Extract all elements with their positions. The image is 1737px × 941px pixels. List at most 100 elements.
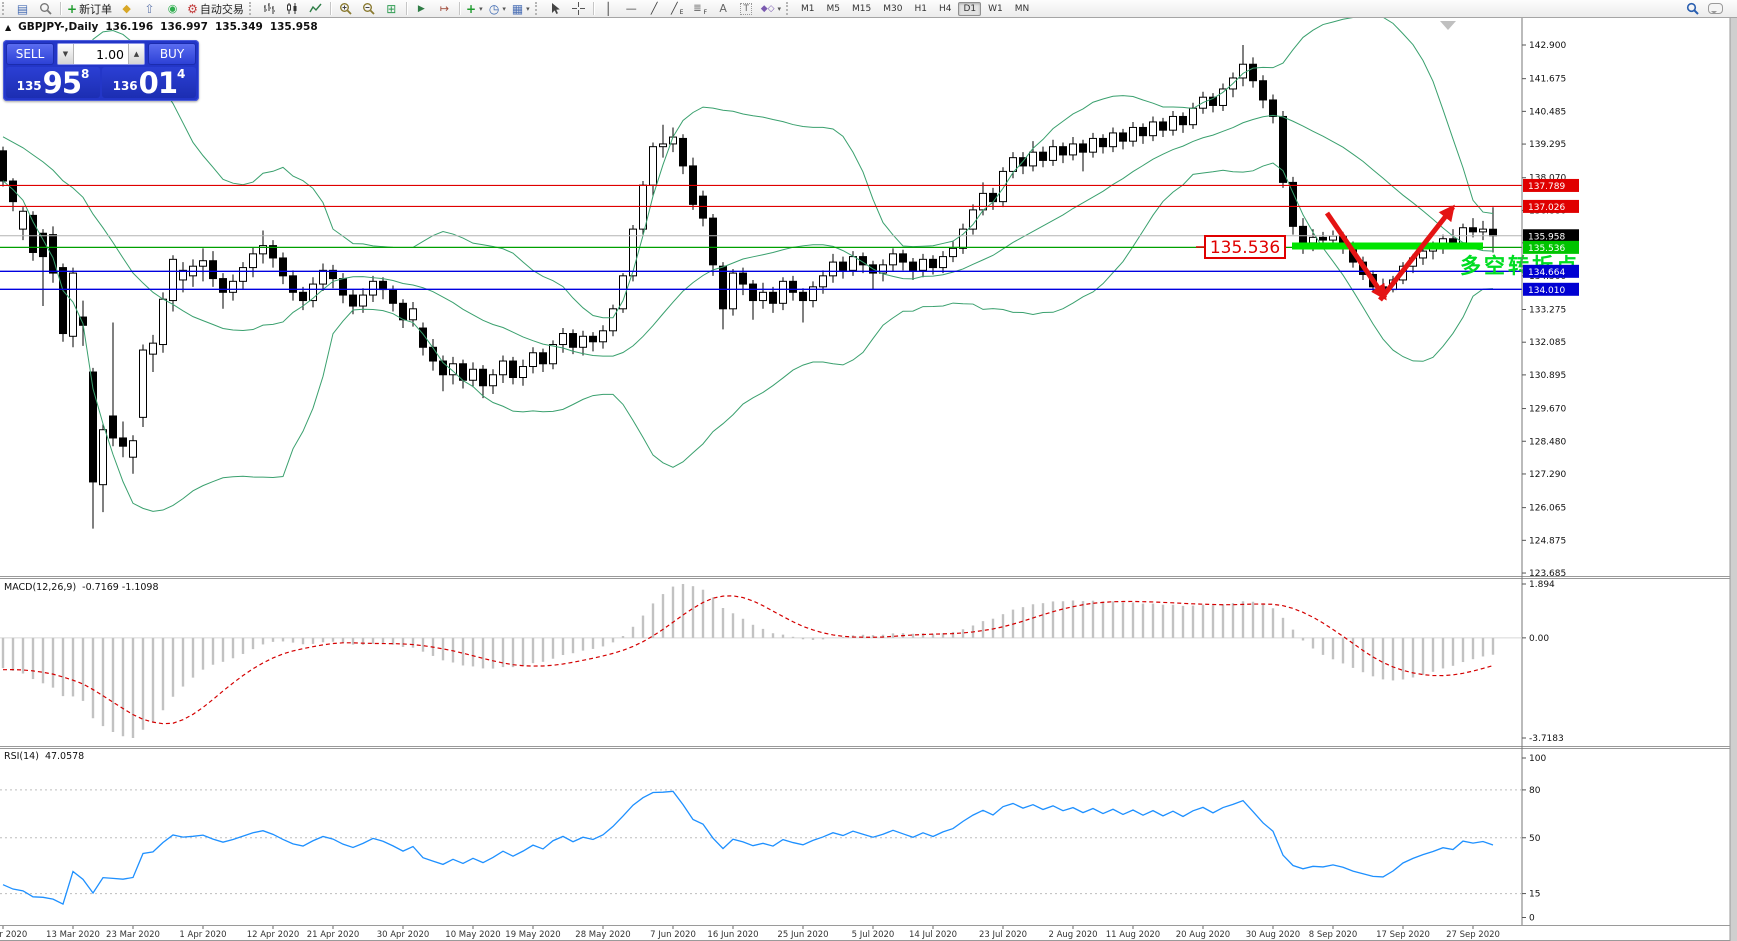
tab-timeframe-W1[interactable]: W1 bbox=[983, 2, 1008, 16]
price-tick-label: 128.480 bbox=[1529, 437, 1566, 447]
trend-arrow[interactable] bbox=[1324, 211, 1388, 301]
autotrade-icon: ⚙ bbox=[187, 1, 198, 16]
date-tick-label: 27 Sep 2020 bbox=[1446, 930, 1500, 940]
buy-price-pips: 01 bbox=[138, 66, 178, 100]
tab-timeframe-M30[interactable]: M30 bbox=[878, 2, 907, 16]
new-chart-button[interactable]: ▤ bbox=[11, 0, 34, 17]
date-tick-label: 14 Jul 2020 bbox=[909, 930, 957, 940]
toolbar: ▤ + 新订单 ◆ ⇧ ◉ ⚙ 自动交易 ⊞ ▶ ↦ + ▾ ◷ ▾ ▦ ▾ │ — bbox=[0, 0, 1737, 18]
date-axis[interactable]: 4 Mar 2020 13 Mar 2020 23 Mar 2020 1 Apr 20… bbox=[0, 926, 1500, 940]
date-tick-label: 4 Mar 2020 bbox=[0, 930, 27, 940]
date-tick-label: 23 Mar 2020 bbox=[106, 930, 160, 940]
tab-timeframe-M5[interactable]: M5 bbox=[822, 2, 846, 16]
buy-price[interactable]: 136 01 4 bbox=[102, 67, 196, 98]
signals-button[interactable]: ◉ bbox=[161, 0, 184, 17]
zoom-out-button[interactable] bbox=[357, 0, 380, 17]
gray-triangle-marker[interactable] bbox=[1440, 21, 1456, 30]
tab-timeframe-MN[interactable]: MN bbox=[1010, 2, 1035, 16]
chevron-down-icon: ▾ bbox=[526, 4, 530, 13]
autotrade-button[interactable]: ⚙ 自动交易 bbox=[184, 0, 247, 17]
crosshair-button[interactable] bbox=[567, 0, 590, 17]
one-click-trading-panel: SELL ▼ ▲ BUY 135 95 8 136 01 4 bbox=[3, 40, 199, 101]
rsi-axis-label: 50 bbox=[1529, 834, 1541, 844]
search-icon bbox=[1686, 2, 1699, 15]
tab-timeframe-M15[interactable]: M15 bbox=[847, 2, 876, 16]
autotrade-label: 自动交易 bbox=[199, 2, 244, 16]
ohlc-close: 135.958 bbox=[269, 21, 318, 33]
fibonacci-button[interactable]: ≣ F bbox=[689, 0, 712, 17]
publish-button[interactable]: ⇧ bbox=[138, 0, 161, 17]
chart-styler-button[interactable]: ◆ bbox=[115, 0, 138, 17]
tab-timeframe-H1[interactable]: H1 bbox=[909, 2, 932, 16]
tab-timeframe-H4[interactable]: H4 bbox=[934, 2, 957, 16]
sell-button[interactable]: SELL bbox=[6, 43, 54, 65]
price-axis[interactable]: 142.900141.675140.485139.295138.070136.8… bbox=[1521, 17, 1579, 925]
chart-canvas[interactable]: 135.536多空转折点142.900141.675140.485139.295… bbox=[0, 0, 1737, 941]
fibonacci-icon: ≣ bbox=[693, 3, 702, 14]
toolbar-grip[interactable] bbox=[786, 2, 793, 15]
svg-text:137.026: 137.026 bbox=[1528, 203, 1565, 213]
sell-price[interactable]: 135 95 8 bbox=[6, 67, 100, 98]
volume-increase-button[interactable]: ▲ bbox=[128, 44, 144, 64]
template-chart-icon: ▦ bbox=[511, 1, 524, 16]
date-tick-label: 2 Aug 2020 bbox=[1048, 930, 1097, 940]
bollinger-band bbox=[2, 162, 1494, 512]
periods-button[interactable]: ◷ ▾ bbox=[486, 0, 509, 17]
line-chart-button[interactable] bbox=[304, 0, 327, 17]
crosshair-icon bbox=[571, 2, 585, 15]
new-order-icon: + bbox=[67, 1, 78, 16]
svg-text:135.958: 135.958 bbox=[1528, 232, 1565, 242]
macd-axis-label: -3.7183 bbox=[1529, 734, 1564, 744]
price-tick-label: 129.670 bbox=[1529, 405, 1566, 415]
collapse-panel-icon[interactable]: ▲ bbox=[5, 23, 11, 32]
chart-profiles-button[interactable] bbox=[34, 0, 57, 17]
chart-title: ▲ GBPJPY-,Daily 136.196 136.997 135.349 … bbox=[5, 21, 318, 33]
bar-chart-button[interactable] bbox=[258, 0, 281, 17]
channel-button[interactable]: ╱ E bbox=[666, 0, 689, 17]
chart-shift-button[interactable]: ↦ bbox=[433, 0, 456, 17]
shapes-button[interactable]: ◆◇ ▾ bbox=[758, 0, 784, 17]
toolbar-grip[interactable] bbox=[248, 2, 256, 15]
text-label-button[interactable]: T bbox=[735, 0, 758, 17]
zoom-in-button[interactable] bbox=[334, 0, 357, 17]
price-tick-label: 127.290 bbox=[1529, 470, 1566, 480]
text-button[interactable]: A bbox=[712, 0, 735, 17]
date-tick-label: 30 Aug 2020 bbox=[1246, 930, 1300, 940]
buy-price-main: 136 bbox=[112, 79, 138, 93]
price-tick-label: 139.295 bbox=[1529, 140, 1566, 150]
horizontal-line-icon: — bbox=[625, 2, 637, 15]
new-order-button[interactable]: + 新订单 bbox=[64, 0, 115, 17]
auto-scroll-icon: ▶ bbox=[417, 3, 425, 14]
tab-timeframe-M1[interactable]: M1 bbox=[796, 2, 820, 16]
new-order-label: 新订单 bbox=[79, 2, 113, 16]
date-tick-label: 23 Jul 2020 bbox=[979, 930, 1027, 940]
ohlc-high: 136.997 bbox=[160, 21, 208, 33]
tab-timeframe-D1[interactable]: D1 bbox=[958, 1, 982, 16]
shapes-icon: ◆◇ bbox=[760, 3, 775, 14]
vertical-line-button[interactable]: │ bbox=[597, 0, 620, 17]
date-tick-label: 10 May 2020 bbox=[445, 930, 500, 940]
add-indicator-button[interactable]: + ▾ bbox=[463, 0, 486, 17]
date-tick-label: 13 Mar 2020 bbox=[46, 930, 100, 940]
trendline-button[interactable]: ╱ bbox=[643, 0, 666, 17]
toolbar-grip[interactable] bbox=[534, 2, 542, 15]
tile-windows-button[interactable]: ⊞ bbox=[380, 0, 403, 17]
trend-arrow[interactable] bbox=[1378, 204, 1455, 302]
rsi-axis-label: 15 bbox=[1529, 890, 1540, 900]
zoom-out-icon bbox=[362, 3, 375, 15]
horizontal-line-button[interactable]: — bbox=[620, 0, 643, 17]
templates-button[interactable]: ▦ ▾ bbox=[509, 0, 533, 17]
rsi-axis-label: 100 bbox=[1529, 754, 1546, 764]
volume-input[interactable] bbox=[74, 44, 128, 64]
chevron-down-icon: ▾ bbox=[479, 4, 483, 13]
buy-button[interactable]: BUY bbox=[148, 43, 196, 65]
cursor-button[interactable] bbox=[544, 0, 567, 17]
search-button[interactable] bbox=[1681, 0, 1704, 17]
date-tick-label: 30 Apr 2020 bbox=[377, 930, 430, 940]
volume-decrease-button[interactable]: ▼ bbox=[58, 44, 74, 64]
toolbar-grip[interactable] bbox=[2, 2, 9, 15]
auto-scroll-button[interactable]: ▶ bbox=[410, 0, 433, 17]
candlestick-button[interactable] bbox=[281, 0, 304, 17]
date-tick-label: 12 Apr 2020 bbox=[247, 930, 300, 940]
chat-button[interactable] bbox=[1704, 0, 1727, 17]
